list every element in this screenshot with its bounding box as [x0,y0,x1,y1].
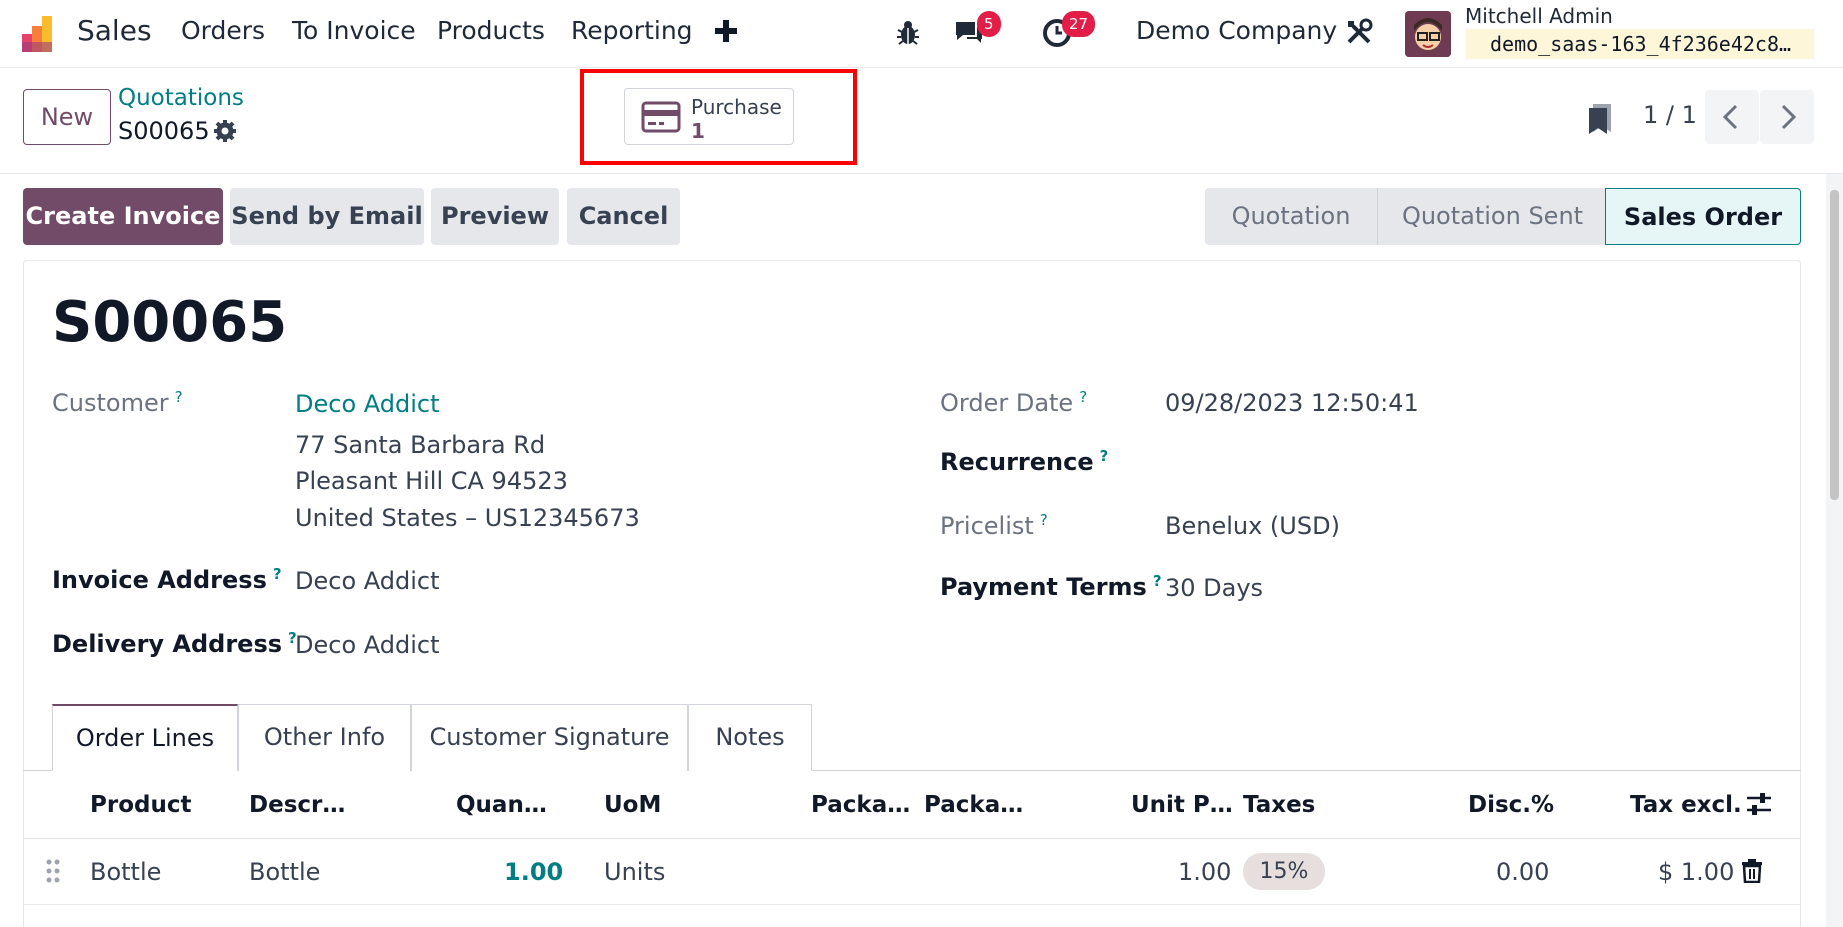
gear-icon[interactable] [213,119,237,149]
header-divider [23,838,1801,839]
drag-handle-icon[interactable] [45,858,61,890]
cancel-button[interactable]: Cancel [567,188,680,245]
customer-link[interactable]: Deco Addict [295,390,440,418]
column-header-uom[interactable]: UoM [604,792,661,818]
plus-icon[interactable] [715,20,737,48]
column-header-packaging[interactable]: Packa… [924,792,1023,818]
bug-icon[interactable] [896,20,920,52]
cell-uom[interactable]: Units [604,858,665,886]
order-date-label-text: Order Date [940,389,1074,417]
pricelist-label: Pricelist? [940,511,1048,540]
help-icon[interactable]: ? [1100,447,1109,465]
invoice-address-label: Invoice Address? [52,565,282,594]
delivery-address-label-text: Delivery Address [52,630,283,658]
trash-icon[interactable] [1741,859,1763,889]
cell-quantity[interactable]: 1.00 [504,858,563,886]
help-icon[interactable]: ? [1153,572,1162,590]
payment-terms-label-text: Payment Terms [940,573,1147,601]
stage-quotation[interactable]: Quotation [1205,188,1377,245]
address-line-1: 77 Santa Barbara Rd [295,431,546,459]
menu-products[interactable]: Products [437,16,545,45]
help-icon[interactable]: ? [273,565,282,583]
control-panel [0,68,1843,174]
highlight-box [580,69,857,165]
company-switcher[interactable]: Demo Company [1136,16,1337,45]
cell-unit-price[interactable]: 1.00 [1178,858,1231,886]
cell-description[interactable]: Bottle [249,858,320,886]
order-date-field[interactable]: 09/28/2023 12:50:41 [1165,389,1419,417]
help-icon[interactable]: ? [1079,388,1087,406]
record-name: S00065 [118,117,210,145]
pager-value[interactable]: 1 / 1 [1643,101,1697,129]
form-sheet [23,260,1801,927]
activities-count-badge: 27 [1062,11,1096,37]
optional-columns-sliders-icon[interactable] [1746,791,1772,823]
database-name-text: demo_saas-163_4f236e42c8… [1490,32,1792,56]
pager-next-button[interactable] [1760,90,1814,144]
recurrence-label-text: Recurrence [940,448,1094,476]
status-bar: Quotation Quotation Sent Sales Order [1205,188,1801,245]
invoice-address-label-text: Invoice Address [52,566,267,594]
stage-quotation-sent[interactable]: Quotation Sent [1377,188,1607,245]
column-header-packaging-qty[interactable]: Packa… [811,792,910,818]
menu-orders[interactable]: Orders [181,16,265,45]
customer-label: Customer? [52,388,183,417]
breadcrumb-quotations[interactable]: Quotations [118,85,244,111]
column-header-quantity[interactable]: Quan… [456,792,547,818]
delivery-address-field[interactable]: Deco Addict [295,631,440,659]
tab-order-lines[interactable]: Order Lines [52,704,238,771]
address-line-2: Pleasant Hill CA 94523 [295,467,568,495]
customer-label-text: Customer [52,389,169,417]
messages-count-badge: 5 [977,11,1001,37]
help-icon[interactable]: ? [175,388,183,406]
column-header-unit-price[interactable]: Unit P… [1131,792,1233,818]
tab-notes[interactable]: Notes [688,704,812,771]
tools-icon[interactable] [1345,18,1373,52]
column-header-tax-excluded[interactable]: Tax excl. [1630,792,1742,818]
stage-sales-order[interactable]: Sales Order [1605,188,1801,245]
address-line-3: United States – US12345673 [295,504,640,532]
cell-product[interactable]: Bottle [90,858,161,886]
sales-app-logo-icon[interactable] [20,12,62,54]
user-avatar[interactable] [1405,11,1451,57]
menu-to-invoice[interactable]: To Invoice [292,16,416,45]
create-invoice-button[interactable]: Create Invoice [23,188,223,245]
column-header-product[interactable]: Product [90,792,191,818]
pricelist-label-text: Pricelist [940,512,1034,540]
order-date-label: Order Date? [940,388,1087,417]
column-header-discount[interactable]: Disc.% [1468,792,1554,818]
delivery-address-label: Delivery Address? [52,629,297,658]
recurrence-label: Recurrence? [940,447,1108,476]
send-by-email-button[interactable]: Send by Email [230,188,424,245]
pager-previous-button[interactable] [1705,90,1759,144]
column-header-taxes[interactable]: Taxes [1243,792,1315,818]
tab-customer-signature[interactable]: Customer Signature [411,704,688,771]
scrollbar-thumb[interactable] [1830,190,1839,500]
preview-button[interactable]: Preview [431,188,559,245]
payment-terms-label: Payment Terms? [940,572,1162,601]
cell-taxes[interactable]: 15% [1243,853,1325,890]
top-navbar: Sales Orders To Invoice Products Reporti… [0,0,1843,68]
payment-terms-field[interactable]: 30 Days [1165,574,1263,602]
database-name: demo_saas-163_4f236e42c8… [1466,29,1814,59]
cell-discount[interactable]: 0.00 [1496,858,1549,886]
pricelist-field[interactable]: Benelux (USD) [1165,512,1340,540]
bookmark-icon[interactable] [1587,102,1613,142]
menu-reporting[interactable]: Reporting [571,16,693,45]
help-icon[interactable]: ? [1040,511,1048,529]
invoice-address-field[interactable]: Deco Addict [295,567,440,595]
row-divider [23,904,1801,905]
new-button[interactable]: New [23,89,111,145]
tab-other-info[interactable]: Other Info [238,704,411,771]
app-name[interactable]: Sales [77,14,152,47]
user-name[interactable]: Mitchell Admin [1465,4,1613,28]
column-header-description[interactable]: Descr… [249,792,345,818]
cell-subtotal: $ 1.00 [1658,858,1735,886]
order-title: S00065 [52,290,288,355]
